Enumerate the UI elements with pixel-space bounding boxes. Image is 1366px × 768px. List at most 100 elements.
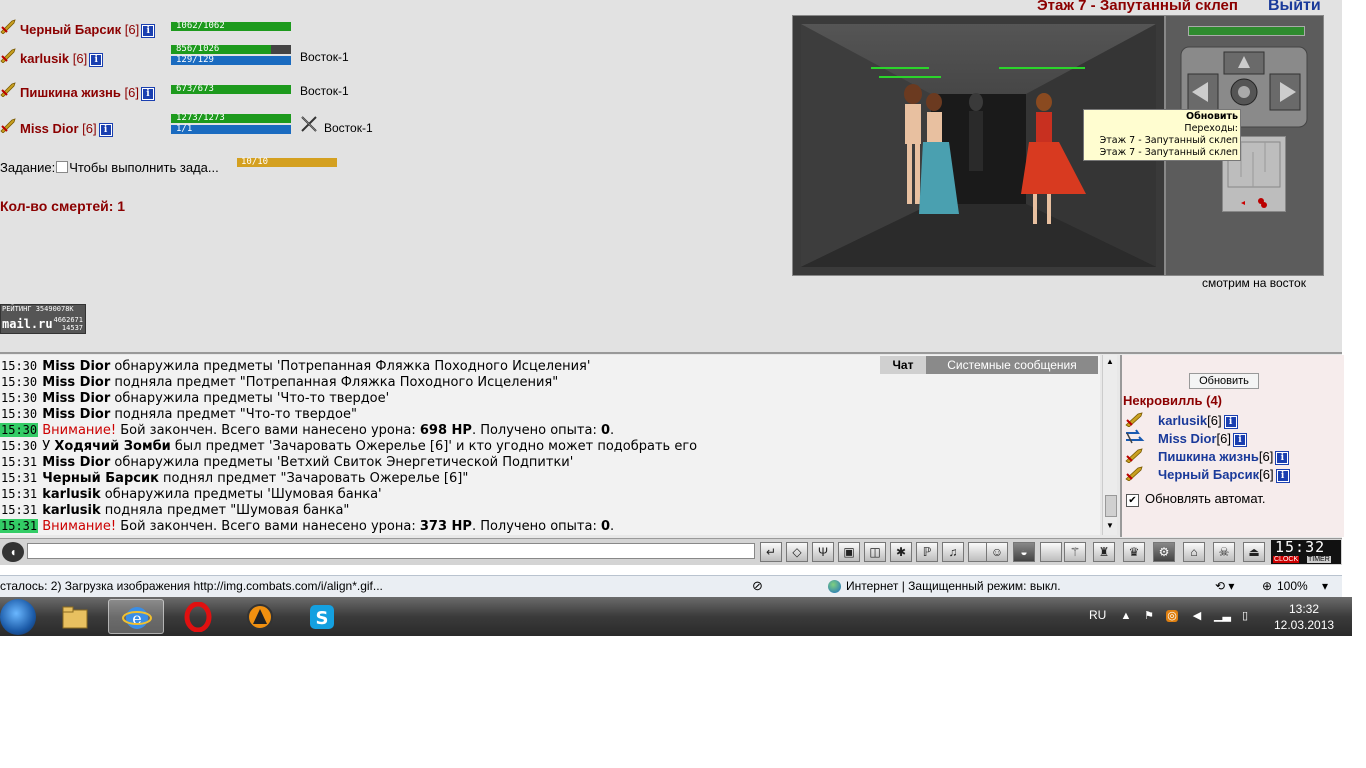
sword-icon: [0, 19, 16, 34]
chat-message: 15:31 Черный Барсик поднял предмет "Зача…: [1, 471, 469, 486]
mailru-logo: mail.ru: [2, 317, 53, 331]
auto-refresh-checkbox[interactable]: ✔: [1126, 494, 1139, 507]
zoom-level[interactable]: 100%: [1277, 576, 1308, 596]
scroll-up-icon[interactable]: ▲: [1105, 357, 1115, 367]
scroll-lock-icon[interactable]: ◫: [864, 542, 886, 562]
auto-refresh-toggle[interactable]: ✔ Обновлять автомат.: [1126, 491, 1265, 507]
power-icon[interactable]: ▯: [1239, 610, 1251, 622]
location-panel: Обновить Некровилль (4) karlusik[6] i Mis…: [1120, 355, 1344, 537]
status-text: сталось: 2) Загрузка изображения http://…: [0, 579, 383, 593]
party-member-name[interactable]: Пишкина жизнь [6] i: [20, 85, 155, 101]
chat-log[interactable]: 15:30 Miss Dior обнаружила предметы 'Пот…: [0, 355, 1100, 535]
windows-taskbar: e S RU ▲ ⚑ ◎ ◀ ▁▃ ▯ 13:32 12.03.2013: [0, 597, 1352, 636]
flag-icon[interactable]: ⚑: [1143, 610, 1155, 622]
tooltip: Обновить Переходы: Этаж 7 - Запутанный с…: [1083, 109, 1241, 161]
chat-message: 15:31 Miss Dior обнаружила предметы 'Вет…: [1, 455, 574, 470]
player-marker-icon: [1241, 201, 1245, 205]
mana-bar: 1/1: [171, 125, 291, 134]
language-indicator[interactable]: RU: [1089, 608, 1106, 622]
windows-start-icon[interactable]: [0, 599, 36, 635]
app-tray-icon[interactable]: ◎: [1166, 610, 1178, 622]
inventory-icon[interactable]: ⚙: [1153, 542, 1175, 562]
network-icon[interactable]: ▁▃: [1214, 610, 1231, 622]
refresh-icon: [1238, 86, 1250, 98]
protected-mode-icon[interactable]: ⟲ ▾: [1215, 576, 1234, 596]
chat-message: 15:30 Miss Dior обнаружила предметы 'Пот…: [1, 359, 591, 374]
filter-icon[interactable]: Ψ: [812, 542, 834, 562]
task-text[interactable]: Чтобы выполнить зада...: [69, 160, 219, 175]
sword-icon: [0, 82, 16, 97]
chat-message: 15:30 У Ходячий Зомби был предмет 'Зачар…: [1, 439, 698, 454]
skype-icon: S: [310, 605, 334, 629]
room-title: Этаж 7 - Запутанный склеп: [1037, 0, 1238, 14]
info-icon[interactable]: i: [140, 87, 155, 101]
music-icon[interactable]: ♫: [942, 542, 964, 562]
exit-icon[interactable]: ⏏: [1243, 542, 1265, 562]
exit-link[interactable]: Выйти: [1268, 0, 1321, 15]
task-checkbox[interactable]: [56, 161, 69, 173]
view-direction: смотрим на восток: [1202, 276, 1306, 290]
party-member-name[interactable]: Черный Барсик [6] i: [20, 22, 156, 38]
skull-icon[interactable]: ☠: [1213, 542, 1235, 562]
bag-icon[interactable]: ♜: [1093, 542, 1115, 562]
speaker-icon[interactable]: ◖: [2, 542, 24, 562]
chat-message: 15:31 karlusik обнаружила предметы 'Шумо…: [1, 487, 382, 502]
info-icon[interactable]: i: [89, 53, 104, 67]
security-zone[interactable]: Интернет | Защищенный режим: выкл.: [846, 576, 1061, 596]
task-progress-bar: 10/10: [237, 158, 337, 167]
fight-icon[interactable]: ✱: [890, 542, 912, 562]
info-icon[interactable]: i: [1223, 415, 1238, 429]
chat-message: 15:31 Внимание! Бой закончен. Всего вами…: [0, 519, 615, 534]
helmet-icon[interactable]: ◒: [1013, 542, 1035, 562]
skype-taskbar-button[interactable]: S: [294, 599, 350, 634]
volume-icon[interactable]: ◀: [1191, 610, 1203, 622]
chat-scrollbar[interactable]: ▲ ▼: [1102, 355, 1117, 535]
wand-icon[interactable]: ⚚: [1064, 542, 1086, 562]
info-icon[interactable]: i: [98, 123, 113, 137]
house-icon[interactable]: ⌂: [1183, 542, 1205, 562]
scroll-down-icon[interactable]: ▼: [1105, 521, 1115, 531]
opera-icon: [184, 602, 212, 632]
save-icon[interactable]: ▣: [838, 542, 860, 562]
eraser-icon[interactable]: ◇: [786, 542, 808, 562]
tab-chat[interactable]: Чат: [880, 356, 926, 374]
chevron-down-icon[interactable]: ▾: [1322, 576, 1328, 596]
opera-taskbar-button[interactable]: [170, 599, 226, 634]
chat-input[interactable]: [27, 543, 755, 559]
party-member-name[interactable]: Miss Dior [6] i: [20, 121, 113, 137]
hp-bar: 1273/1273: [171, 114, 291, 123]
tab-system-messages[interactable]: Системные сообщения: [926, 356, 1098, 374]
show-hidden-icons-icon[interactable]: ▲: [1120, 610, 1132, 622]
death-count: Кол-во смертей: 1: [0, 198, 126, 214]
crown-icon[interactable]: ♛: [1123, 542, 1145, 562]
arrows-icon: [1126, 429, 1145, 444]
info-icon[interactable]: i: [141, 24, 156, 38]
timer-button[interactable]: TIMER: [1307, 556, 1331, 563]
empty-slot: [1040, 542, 1062, 562]
translit-icon[interactable]: ℙ: [916, 542, 938, 562]
explorer-taskbar-button[interactable]: [47, 599, 103, 634]
chat-message: 15:31 karlusik подняла предмет "Шумовая …: [1, 503, 350, 518]
app-taskbar-button[interactable]: [232, 599, 288, 634]
send-icon[interactable]: ↵: [760, 542, 782, 562]
hp-bar: 856/1026: [171, 45, 291, 54]
info-icon[interactable]: i: [1275, 451, 1290, 465]
hp-bar: 1062/1062: [171, 22, 291, 31]
clock-button[interactable]: CLOCK: [1273, 556, 1300, 563]
sword-icon: [1125, 412, 1143, 427]
smiley-icon[interactable]: ☺: [986, 542, 1008, 562]
mailru-rating-counter[interactable]: РЕЙТИНГ 35490078К mail.ru 4662671 14537: [0, 304, 86, 334]
game-clock[interactable]: 15:32 CLOCK TIMER: [1271, 538, 1341, 564]
refresh-button[interactable]: Обновить: [1189, 373, 1259, 389]
info-icon[interactable]: i: [1232, 433, 1247, 447]
info-icon[interactable]: i: [1275, 469, 1290, 483]
svg-text:S: S: [316, 608, 329, 629]
sword-icon: [0, 48, 16, 63]
game-frame: Черный Барсик [6] i 1062/1062 karlusik [6…: [0, 0, 1342, 352]
blocked-icon[interactable]: ⊘: [752, 576, 763, 596]
ie-taskbar-button[interactable]: e: [108, 599, 164, 634]
scroll-thumb[interactable]: [1105, 495, 1117, 517]
party-member-name[interactable]: karlusik [6] i: [20, 51, 104, 67]
system-clock[interactable]: 13:32 12.03.2013: [1274, 601, 1334, 633]
folder-icon: [62, 606, 88, 629]
